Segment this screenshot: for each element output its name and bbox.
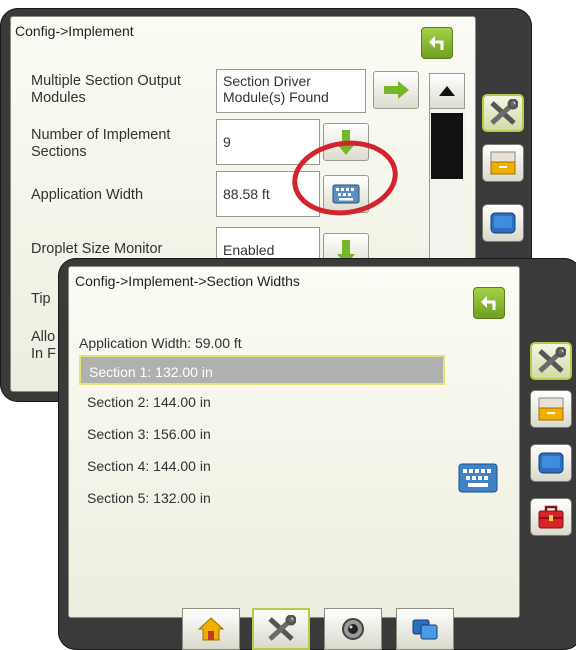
right-arrow-icon — [384, 81, 409, 99]
side-console-button[interactable] — [530, 444, 572, 482]
scroll-up-icon — [439, 86, 455, 96]
output-modules-next-button[interactable] — [373, 71, 419, 109]
application-width-label: Application Width: 59.00 ft — [79, 335, 242, 351]
output-modules-value: Section Driver Module(s) Found — [216, 69, 366, 113]
bottom-tab-camera[interactable] — [324, 608, 382, 650]
row-label-application-width: Application Width — [31, 187, 144, 203]
section-list-item-2[interactable]: Section 2: 144.00 in — [79, 387, 445, 417]
back-arrow-icon — [481, 296, 496, 310]
front-section-panel: Config->Implement->Section Widths Applic… — [68, 266, 520, 618]
section-list-item-3[interactable]: Section 3: 156.00 in — [79, 419, 445, 449]
scroll-up-button[interactable] — [429, 73, 465, 109]
console-monitor-icon — [538, 452, 564, 474]
scroll-thumb[interactable] — [431, 113, 463, 179]
tools-icon — [538, 347, 566, 373]
section-list-item-4[interactable]: Section 4: 144.00 in — [79, 451, 445, 481]
bottom-tab-tools[interactable] — [252, 608, 310, 650]
section-list-item-5[interactable]: Section 5: 132.00 in — [79, 483, 445, 513]
back-side-storage-button[interactable] — [482, 144, 524, 182]
back-side-tools-button[interactable] — [482, 94, 524, 132]
row-label-droplet-size: Droplet Size Monitor — [31, 241, 163, 257]
front-back-button[interactable] — [473, 287, 505, 319]
layers-icon — [412, 619, 438, 640]
side-toolbox-button[interactable] — [530, 498, 572, 536]
side-storage-button[interactable] — [530, 390, 572, 428]
console-monitor-icon — [490, 212, 516, 234]
tools-icon — [268, 615, 296, 641]
section-keyboard-button[interactable] — [455, 459, 501, 497]
section-list-item-1[interactable]: Section 1: 132.00 in — [79, 355, 445, 385]
bottom-tab-home[interactable] — [182, 608, 240, 650]
front-screen: Config->Implement->Section Widths Applic… — [58, 258, 576, 650]
row-label-tip: Tip — [31, 291, 51, 307]
bottom-tab-layers[interactable] — [396, 608, 454, 650]
back-title: Config->Implement — [15, 23, 134, 39]
row-label-output-modules: Multiple Section Output Modules — [31, 73, 181, 106]
home-icon — [197, 617, 225, 641]
storage-drawer-icon — [538, 397, 564, 421]
storage-drawer-icon — [490, 151, 516, 175]
side-tools-button[interactable] — [530, 342, 572, 380]
tools-icon — [490, 99, 518, 125]
camera-icon — [342, 618, 364, 640]
keyboard-icon — [458, 463, 498, 493]
back-arrow-icon — [429, 36, 444, 50]
back-side-console-button[interactable] — [482, 204, 524, 242]
row-label-implement-sections: Number of Implement Sections — [31, 127, 171, 160]
toolbox-icon — [538, 505, 564, 529]
front-title: Config->Implement->Section Widths — [75, 273, 300, 289]
back-button[interactable] — [421, 27, 453, 59]
